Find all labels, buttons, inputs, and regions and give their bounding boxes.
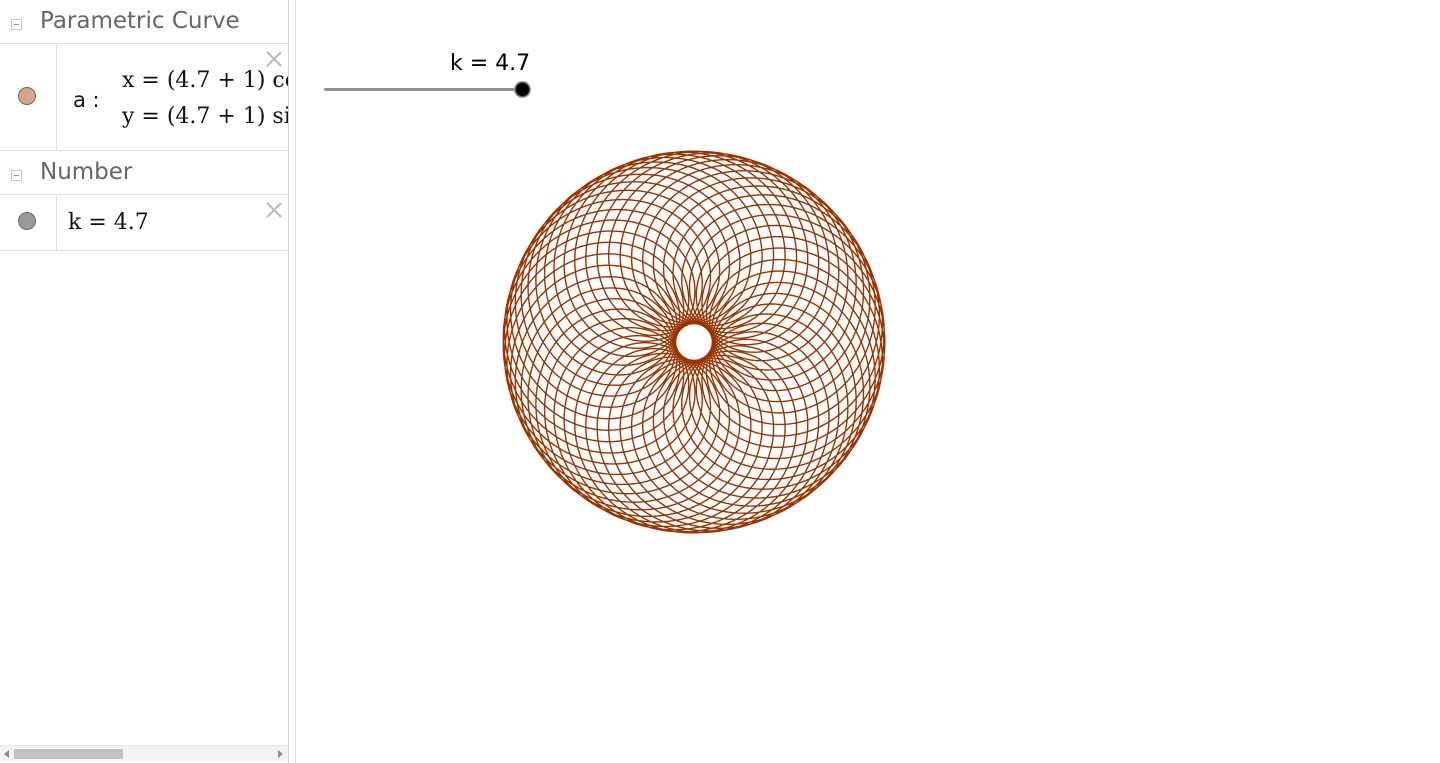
scrollbar-thumb[interactable] — [14, 749, 123, 759]
group-header-number[interactable]: Number — [0, 151, 288, 195]
marble-column — [0, 195, 57, 250]
slider-track[interactable] — [324, 88, 529, 91]
group-title: Parametric Curve — [40, 8, 240, 34]
graphics-view[interactable]: k = 4.7 — [296, 0, 1440, 763]
slider-label: k = 4.7 — [450, 51, 531, 76]
x-expression[interactable]: x = (4.7 + 1) co — [122, 68, 288, 93]
k-expression[interactable]: k = 4.7 — [68, 210, 149, 235]
algebra-item-k[interactable]: k = 4.7 — [0, 195, 288, 251]
collapse-minus-icon[interactable] — [11, 19, 22, 30]
scroll-right-arrow-icon[interactable] — [278, 750, 283, 758]
view-divider[interactable] — [288, 0, 296, 763]
algebra-view: Parametric Curve a : x = (4.7 + 1) co y … — [0, 0, 288, 763]
collapse-minus-icon[interactable] — [11, 170, 22, 181]
group-header-parametric-curve[interactable]: Parametric Curve — [0, 0, 288, 44]
algebra-item-a[interactable]: a : x = (4.7 + 1) co y = (4.7 + 1) si — [0, 44, 288, 151]
close-icon[interactable] — [264, 200, 284, 220]
y-expression[interactable]: y = (4.7 + 1) si — [122, 104, 288, 129]
marble-column — [0, 44, 57, 150]
horizontal-scrollbar[interactable] — [0, 745, 288, 761]
parametric-curve-a[interactable] — [502, 150, 886, 534]
scroll-left-arrow-icon[interactable] — [4, 750, 9, 758]
group-title: Number — [40, 159, 133, 185]
item-label: a : — [73, 88, 100, 112]
visibility-marble-icon[interactable] — [18, 87, 36, 105]
curve-canvas — [502, 150, 886, 534]
close-icon[interactable] — [264, 49, 284, 69]
visibility-marble-icon[interactable] — [18, 212, 36, 230]
